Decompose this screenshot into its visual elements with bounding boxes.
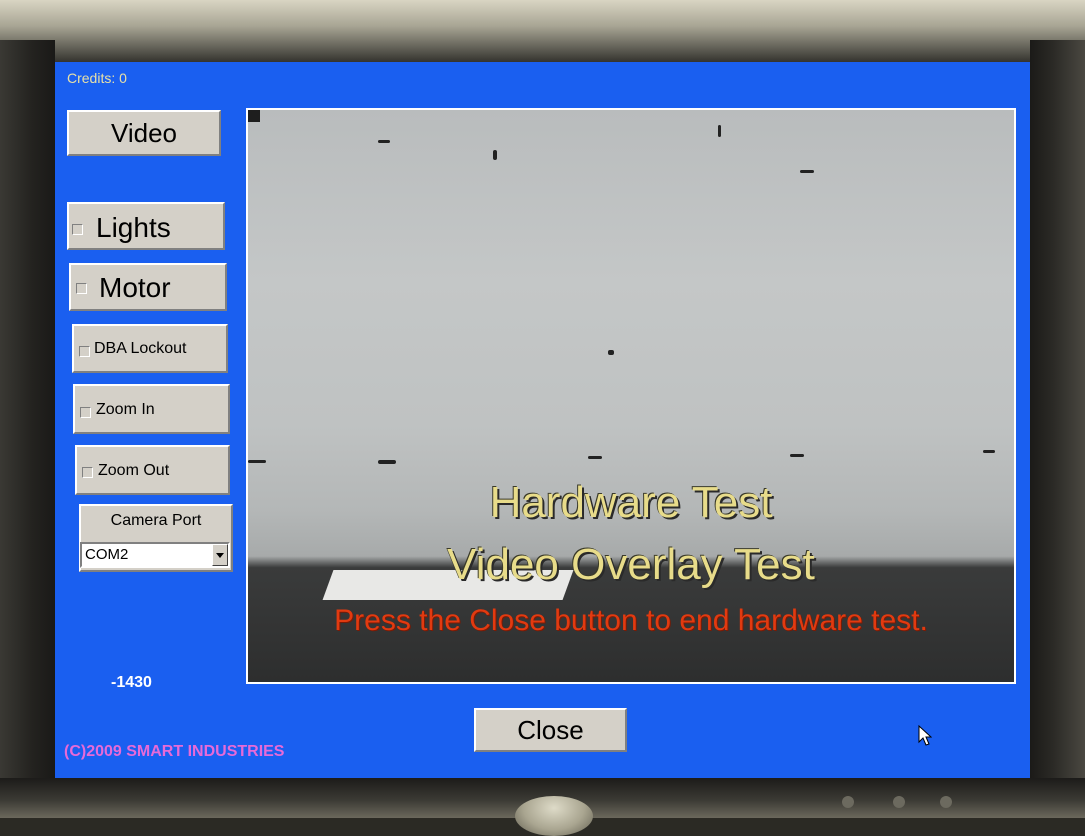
wall-mark (378, 460, 396, 464)
copyright-text: (C)2009 SMART INDUSTRIES (64, 743, 285, 760)
dba-lockout-checkbox[interactable] (79, 346, 90, 357)
wall-mark (983, 450, 995, 453)
video-button-label: Video (110, 117, 178, 148)
motor-toggle[interactable]: Motor (69, 263, 227, 311)
overlay-subtitle: Video Overlay Test (447, 540, 815, 589)
video-preview: Hardware Test Video Overlay Test Press t… (246, 108, 1016, 684)
overlay-title: Hardware Test (489, 478, 773, 527)
overlay-instruction: Press the Close button to end hardware t… (334, 604, 928, 637)
camera-port-select[interactable]: COM2 (80, 542, 230, 568)
wall-mark (248, 460, 266, 463)
monitor-control-button (842, 796, 854, 808)
monitor-power-button (515, 796, 593, 836)
wall-mark (378, 140, 390, 143)
wall-mark (608, 350, 614, 355)
lights-label: Lights (96, 212, 171, 243)
monitor-bezel-left (0, 40, 55, 818)
video-corner-marker (248, 110, 260, 122)
wall-mark (790, 454, 804, 457)
monitor-control-button (940, 796, 952, 808)
monitor-control-button (893, 796, 905, 808)
wall-mark (588, 456, 602, 459)
zoom-out-label: Zoom Out (98, 462, 170, 479)
mouse-pointer-icon (918, 724, 933, 752)
lights-checkbox[interactable] (72, 224, 83, 235)
monitor-bezel-right (1030, 40, 1085, 818)
lights-toggle[interactable]: Lights (67, 202, 225, 250)
motor-label: Motor (99, 272, 171, 303)
wall-mark (718, 125, 721, 137)
dba-lockout-label: DBA Lockout (94, 340, 187, 357)
motor-checkbox[interactable] (76, 283, 87, 294)
zoom-out-checkbox[interactable] (82, 467, 93, 478)
credits-label: Credits: 0 (67, 70, 127, 86)
zoom-in-checkbox[interactable] (80, 407, 91, 418)
zoom-out-toggle[interactable]: Zoom Out (75, 445, 230, 495)
wall-mark (800, 170, 814, 173)
camera-port-label: Camera Port (110, 512, 202, 529)
counter-value: -1430 (111, 674, 152, 691)
zoom-in-toggle[interactable]: Zoom In (73, 384, 230, 434)
dropdown-arrow-icon[interactable] (212, 544, 228, 566)
wall-mark (493, 150, 497, 160)
video-button[interactable]: Video (67, 110, 221, 156)
dba-lockout-toggle[interactable]: DBA Lockout (72, 324, 228, 373)
monitor-bezel-top (0, 0, 1085, 65)
close-button-label: Close (517, 714, 584, 745)
hardware-test-window: Credits: 0 Video Lights Motor DBA Lockou… (55, 62, 1030, 778)
camera-port-value: COM2 (85, 546, 129, 563)
close-button[interactable]: Close (474, 708, 627, 752)
zoom-in-label: Zoom In (96, 401, 155, 418)
